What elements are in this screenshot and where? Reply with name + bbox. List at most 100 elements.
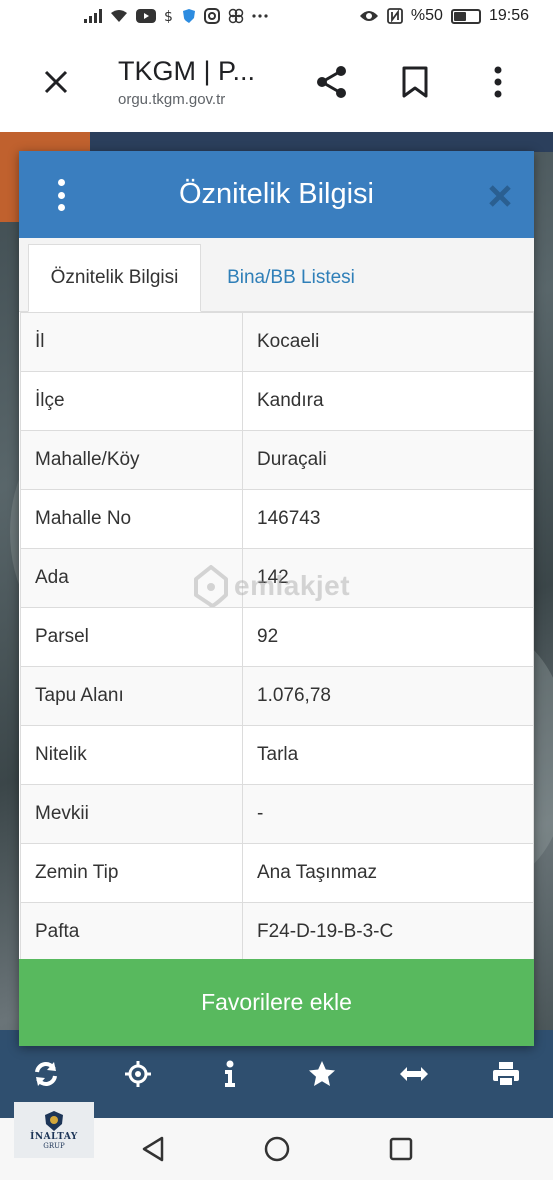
- nav-recents-button[interactable]: [381, 1129, 421, 1169]
- back-icon: [142, 1136, 163, 1162]
- crosshair-icon: [125, 1061, 151, 1087]
- shield-icon: [182, 8, 196, 24]
- inaltay-logo: İNALTAY GRUP: [14, 1102, 94, 1158]
- page-title-block: TKGM | P... orgu.tkgm.gov.tr: [118, 56, 288, 108]
- attribute-table: İl Kocaeli İlçe Kandıra Mahalle/Köy Duraçal…: [20, 312, 534, 962]
- row-value: 142: [242, 548, 534, 608]
- dollar-icon: $: [164, 8, 174, 24]
- status-bar: $ %50 19:56: [0, 0, 553, 32]
- row-value: Kocaeli: [242, 312, 534, 372]
- eye-icon: [359, 9, 379, 23]
- close-icon: [489, 185, 511, 207]
- dialog-close-button[interactable]: [485, 181, 515, 211]
- status-left-icons: $: [84, 8, 268, 24]
- row-value: Ana Taşınmaz: [242, 843, 534, 903]
- nav-back-button[interactable]: [133, 1129, 173, 1169]
- battery-fill: [453, 11, 466, 21]
- bookmark-icon: [402, 66, 428, 98]
- locate-button[interactable]: [92, 1058, 184, 1090]
- dialog-header: Öznitelik Bilgisi: [19, 151, 534, 238]
- lion-crest-icon: [45, 1111, 63, 1131]
- attribute-info-dialog: Öznitelik Bilgisi Öznitelik Bilgisi Bina…: [19, 151, 534, 1046]
- refresh-icon: [35, 1062, 57, 1086]
- row-value: F24-D-19-B-3-C: [242, 902, 534, 962]
- vertical-dots-icon: [57, 191, 65, 199]
- logo-text: İNALTAY: [30, 1132, 78, 1142]
- measure-button[interactable]: [368, 1058, 460, 1090]
- row-key: Mahalle No: [20, 489, 243, 549]
- logo-subtext: GRUP: [43, 1142, 65, 1150]
- info-button[interactable]: [184, 1058, 276, 1090]
- tab-attribute-info[interactable]: Öznitelik Bilgisi: [28, 244, 201, 312]
- bookmark-button[interactable]: [395, 62, 435, 102]
- svg-text:$: $: [164, 9, 173, 24]
- favorites-button[interactable]: [276, 1058, 368, 1090]
- page-url: orgu.tkgm.gov.tr: [118, 91, 226, 108]
- home-icon: [264, 1136, 289, 1162]
- browser-toolbar: TKGM | P... orgu.tkgm.gov.tr: [0, 32, 553, 132]
- battery-icon: [450, 8, 481, 24]
- add-to-favorites-button[interactable]: Favorilere ekle: [19, 959, 534, 1046]
- table-row: İlçe Kandıra: [20, 371, 534, 431]
- recents-icon: [389, 1137, 412, 1161]
- row-key: İlçe: [20, 371, 243, 431]
- more-dots-icon: [252, 13, 268, 19]
- row-value: -: [242, 784, 534, 844]
- row-key: Mahalle/Köy: [20, 430, 243, 490]
- table-row: Mahalle No 146743: [20, 489, 534, 549]
- tab-building-list[interactable]: Bina/BB Listesi: [201, 244, 381, 312]
- row-key: Ada: [20, 548, 243, 608]
- row-value: 1.076,78: [242, 666, 534, 726]
- table-row: Mahalle/Köy Duraçali: [20, 430, 534, 490]
- row-key: Mevkii: [20, 784, 243, 844]
- row-key: Parsel: [20, 607, 243, 667]
- table-row: Parsel 92: [20, 607, 534, 667]
- dialog-menu-button[interactable]: [47, 177, 75, 213]
- row-value: Kandıra: [242, 371, 534, 431]
- vertical-dots-icon: [57, 204, 65, 211]
- nav-home-button[interactable]: [257, 1129, 297, 1169]
- row-value: Tarla: [242, 725, 534, 785]
- nfc-icon: [387, 8, 403, 24]
- close-tab-button[interactable]: [36, 62, 76, 102]
- attribute-table-wrap: İl Kocaeli İlçe Kandıra Mahalle/Köy Duraçal…: [19, 312, 534, 962]
- refresh-button[interactable]: [0, 1058, 92, 1090]
- share-icon: [317, 66, 346, 98]
- table-row: Tapu Alanı 1.076,78: [20, 666, 534, 726]
- table-row: Zemin Tip Ana Taşınmaz: [20, 843, 534, 903]
- table-row: Mevkii -: [20, 784, 534, 844]
- row-key: Tapu Alanı: [20, 666, 243, 726]
- wifi-icon: [110, 9, 128, 23]
- table-row: Pafta F24-D-19-B-3-C: [20, 902, 534, 962]
- battery-percent: %50: [410, 7, 443, 24]
- clock: 19:56: [488, 7, 529, 24]
- signal-icon: [84, 9, 102, 23]
- row-value: 92: [242, 607, 534, 667]
- row-value: Duraçali: [242, 430, 534, 490]
- instagram-icon: [204, 8, 220, 24]
- vertical-dots-icon: [57, 179, 65, 186]
- dialog-title: Öznitelik Bilgisi: [179, 178, 374, 210]
- dialog-tabs: Öznitelik Bilgisi Bina/BB Listesi: [19, 238, 534, 312]
- star-icon: [309, 1061, 335, 1086]
- row-key: Zemin Tip: [20, 843, 243, 903]
- flower-icon: [228, 8, 244, 24]
- print-icon: [493, 1062, 519, 1087]
- table-row: İl Kocaeli: [20, 312, 534, 372]
- youtube-icon: [136, 9, 156, 23]
- row-key: İl: [20, 312, 243, 372]
- share-button[interactable]: [312, 62, 352, 102]
- browser-menu-button[interactable]: [478, 62, 518, 102]
- close-icon: [44, 70, 68, 94]
- page-title: TKGM | P...: [118, 56, 256, 86]
- print-button[interactable]: [460, 1058, 552, 1090]
- row-value: 146743: [242, 489, 534, 549]
- kebab-menu-icon: [494, 66, 502, 98]
- table-row: Nitelik Tarla: [20, 725, 534, 785]
- status-right-icons: %50 19:56: [359, 7, 529, 25]
- measure-icon: [400, 1067, 428, 1081]
- info-icon: [225, 1060, 235, 1087]
- row-key: Nitelik: [20, 725, 243, 785]
- table-row: Ada 142: [20, 548, 534, 608]
- map-panel-top: [90, 132, 553, 152]
